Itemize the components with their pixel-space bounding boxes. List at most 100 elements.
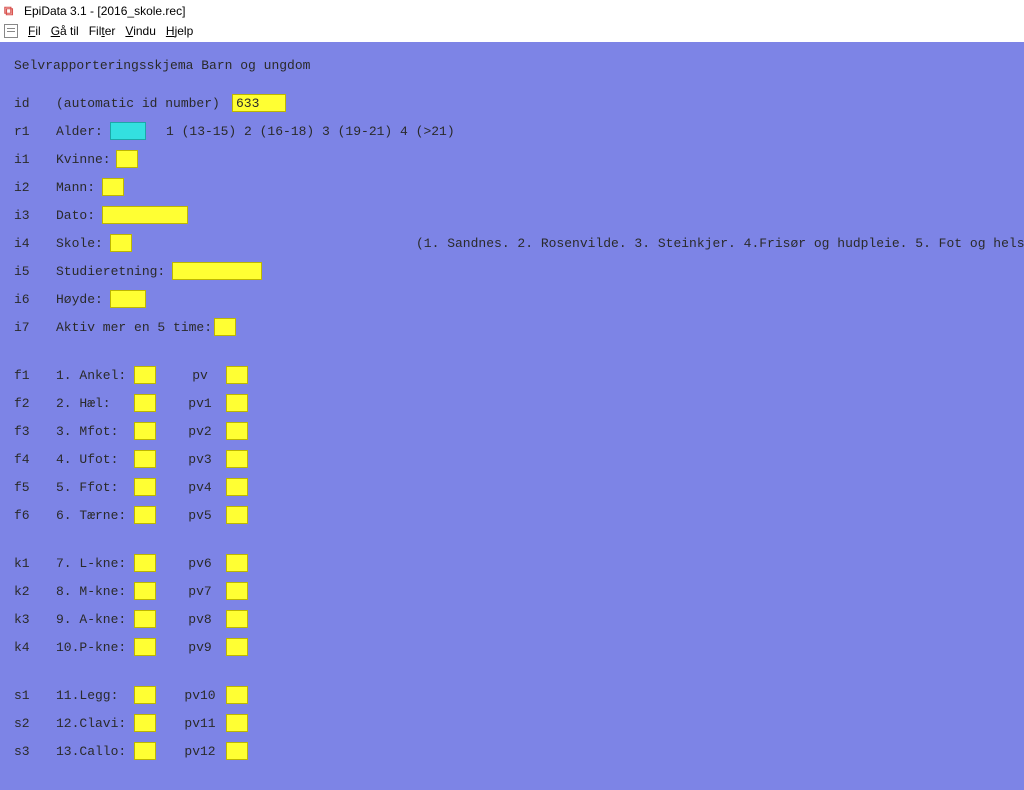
label-r1: Alder: [56, 124, 110, 139]
label-i1: Kvinne: [56, 152, 116, 167]
field-pv6[interactable] [226, 554, 248, 572]
label-f6: 6. Tærne: [56, 508, 134, 523]
row-f4: f44. Ufot:pv3 [14, 445, 1010, 473]
field-pv2[interactable] [226, 422, 248, 440]
row-f5: f55. Ffot:pv4 [14, 473, 1010, 501]
code-i4: i4 [14, 236, 56, 251]
menu-window[interactable]: Vindu [125, 24, 155, 38]
field-i4[interactable] [110, 234, 132, 252]
row-k1: k17. L-kne:pv6 [14, 549, 1010, 577]
field-r1[interactable] [110, 122, 146, 140]
field-f1[interactable] [134, 366, 156, 384]
row-i4: i4 Skole: (1. Sandnes. 2. Rosenvilde. 3.… [14, 229, 1010, 257]
window-title: EpiData 3.1 - [2016_skole.rec] [24, 4, 185, 18]
field-pv8[interactable] [226, 610, 248, 628]
field-pv5[interactable] [226, 506, 248, 524]
app-icon: ⧉ [4, 4, 18, 18]
row-i3: i3 Dato: [14, 201, 1010, 229]
code-s3: s3 [14, 744, 56, 759]
field-i6[interactable] [110, 290, 146, 308]
row-i5: i5 Studieretning: [14, 257, 1010, 285]
menubar: Fil Gå til Filter Vindu Hjelp [0, 22, 1024, 42]
field-i2[interactable] [102, 178, 124, 196]
code-f5: f5 [14, 480, 56, 495]
field-id[interactable]: 633 [232, 94, 286, 112]
field-f2[interactable] [134, 394, 156, 412]
form-canvas: Selvrapporteringsskjema Barn og ungdom i… [0, 42, 1024, 790]
row-k4: k410.P-kne: pv9 [14, 633, 1010, 661]
menu-help[interactable]: Hjelp [166, 24, 193, 38]
field-pv4[interactable] [226, 478, 248, 496]
field-k2[interactable] [134, 582, 156, 600]
field-f4[interactable] [134, 450, 156, 468]
field-s3[interactable] [134, 742, 156, 760]
label-pv1: pv1 [178, 396, 222, 411]
field-pv7[interactable] [226, 582, 248, 600]
label-i6: Høyde: [56, 292, 110, 307]
row-f1: f11. Ankel:pv [14, 361, 1010, 389]
field-k1[interactable] [134, 554, 156, 572]
field-pv1[interactable] [226, 394, 248, 412]
row-s3: s313.Callo:pv12 [14, 737, 1010, 765]
field-i7[interactable] [214, 318, 236, 336]
row-s2: s212.Clavi:pv11 [14, 709, 1010, 737]
label-pv11: pv11 [178, 716, 222, 731]
label-k1: 7. L-kne: [56, 556, 134, 571]
field-s2[interactable] [134, 714, 156, 732]
label-pv12: pv12 [178, 744, 222, 759]
code-f1: f1 [14, 368, 56, 383]
row-i2: i2 Mann: [14, 173, 1010, 201]
label-f4: 4. Ufot: [56, 452, 134, 467]
row-i6: i6 Høyde: [14, 285, 1010, 313]
menu-file[interactable]: Fil [28, 24, 41, 38]
field-f6[interactable] [134, 506, 156, 524]
label-pv2: pv2 [178, 424, 222, 439]
label-pv7: pv7 [178, 584, 222, 599]
label-id: (automatic id number) [56, 96, 232, 111]
label-pv9: pv9 [178, 640, 222, 655]
field-pv[interactable] [226, 366, 248, 384]
code-i6: i6 [14, 292, 56, 307]
menu-filter[interactable]: Filter [89, 24, 116, 38]
options-r1: 1 (13-15) 2 (16-18) 3 (19-21) 4 (>21) [166, 124, 455, 139]
field-pv9[interactable] [226, 638, 248, 656]
field-i1[interactable] [116, 150, 138, 168]
label-pv: pv [178, 368, 222, 383]
field-pv10[interactable] [226, 686, 248, 704]
code-k4: k4 [14, 640, 56, 655]
field-i3[interactable] [102, 206, 188, 224]
code-i2: i2 [14, 180, 56, 195]
field-i5[interactable] [172, 262, 262, 280]
field-pv12[interactable] [226, 742, 248, 760]
field-pv3[interactable] [226, 450, 248, 468]
code-f6: f6 [14, 508, 56, 523]
field-pv11[interactable] [226, 714, 248, 732]
label-i3: Dato: [56, 208, 102, 223]
row-k2: k28. M-kne:pv7 [14, 577, 1010, 605]
field-k3[interactable] [134, 610, 156, 628]
label-i2: Mann: [56, 180, 102, 195]
code-i5: i5 [14, 264, 56, 279]
label-f3: 3. Mfot: [56, 424, 134, 439]
code-i7: i7 [14, 320, 56, 335]
label-pv10: pv10 [178, 688, 222, 703]
label-pv6: pv6 [178, 556, 222, 571]
field-f3[interactable] [134, 422, 156, 440]
code-s1: s1 [14, 688, 56, 703]
label-pv4: pv4 [178, 480, 222, 495]
row-i1: i1 Kvinne: [14, 145, 1010, 173]
field-s1[interactable] [134, 686, 156, 704]
menu-goto[interactable]: Gå til [51, 24, 79, 38]
field-f5[interactable] [134, 478, 156, 496]
field-k4[interactable] [134, 638, 156, 656]
code-id: id [14, 96, 56, 111]
row-r1: r1 Alder: 1 (13-15) 2 (16-18) 3 (19-21) … [14, 117, 1010, 145]
row-id: id (automatic id number) 633 [14, 89, 1010, 117]
document-icon[interactable] [4, 24, 18, 38]
code-f3: f3 [14, 424, 56, 439]
label-i4: Skole: [56, 236, 110, 251]
label-k4: 10.P-kne: [56, 640, 134, 655]
code-k2: k2 [14, 584, 56, 599]
label-s2: 12.Clavi: [56, 716, 134, 731]
label-pv3: pv3 [178, 452, 222, 467]
